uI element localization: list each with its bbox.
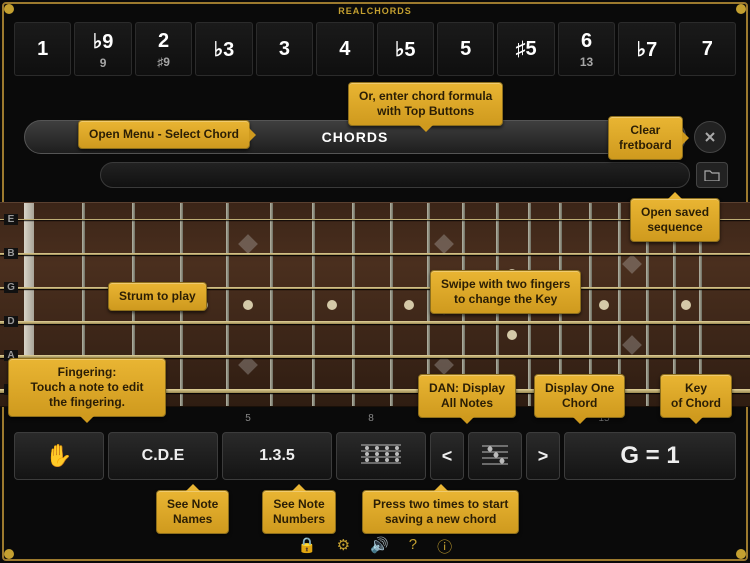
fret-number-5: 5 <box>245 413 251 424</box>
hand-icon: ✋ <box>45 443 72 469</box>
interval-b7[interactable]: ♭7 <box>618 22 675 76</box>
tip-key-of-chord: Key of Chord <box>660 374 732 418</box>
display-one-chord-button[interactable] <box>468 432 522 480</box>
key-label[interactable]: G = 1 <box>564 432 736 480</box>
tip-open-saved: Open saved sequence <box>630 198 720 242</box>
interval-sharp5[interactable]: ♯5 <box>497 22 554 76</box>
tip-display-one: Display One Chord <box>534 374 625 418</box>
interval-b3[interactable]: ♭3 <box>195 22 252 76</box>
x-icon <box>704 131 716 143</box>
bottom-controls: ✋ C.D.E 1.3.5 < > G = 1 <box>14 432 736 480</box>
display-all-notes-button[interactable] <box>336 432 426 480</box>
clear-fretboard-button[interactable] <box>694 121 726 153</box>
string-label-d: D <box>4 316 18 327</box>
tip-see-names: See Note Names <box>156 490 229 534</box>
tip-open-menu: Open Menu - Select Chord <box>78 120 250 149</box>
string-label-b: B <box>4 248 18 259</box>
note-numbers-button[interactable]: 1.3.5 <box>222 432 332 480</box>
fret-number-8: 8 <box>368 413 374 424</box>
interval-b9-9[interactable]: ♭99 <box>74 22 131 76</box>
tip-swipe: Swipe with two fingers to change the Key <box>430 270 581 314</box>
open-saved-button[interactable] <box>696 162 728 188</box>
tip-see-numbers: See Note Numbers <box>262 490 336 534</box>
interval-b5[interactable]: ♭5 <box>377 22 434 76</box>
gear-icon[interactable]: ⚙ <box>337 536 350 557</box>
interval-7[interactable]: 7 <box>679 22 736 76</box>
tip-dan: DAN: Display All Notes <box>418 374 516 418</box>
string-label-e-high: E <box>4 214 18 225</box>
mini-icon-bar: 🔒 ⚙ 🔊 ? ⓘ <box>298 536 452 557</box>
next-chord-button[interactable]: > <box>526 432 560 480</box>
sequence-display[interactable] <box>100 162 690 188</box>
tip-clear: Clear fretboard <box>608 116 683 160</box>
interval-3[interactable]: 3 <box>256 22 313 76</box>
sound-icon[interactable]: 🔊 <box>370 536 389 557</box>
tip-formula: Or, enter chord formula with Top Buttons <box>348 82 503 126</box>
interval-6-13[interactable]: 613 <box>558 22 615 76</box>
lock-icon[interactable]: 🔒 <box>298 536 317 557</box>
tip-press-twice: Press two times to start saving a new ch… <box>362 490 519 534</box>
string-label-g: G <box>4 282 18 293</box>
interval-1[interactable]: 1 <box>14 22 71 76</box>
folder-icon <box>704 169 720 181</box>
interval-4[interactable]: 4 <box>316 22 373 76</box>
grid-dots-icon <box>359 443 403 469</box>
tip-strum: Strum to play <box>108 282 207 311</box>
tip-fingering: Fingering: Touch a note to edit the fing… <box>8 358 166 417</box>
note-names-button[interactable]: C.D.E <box>108 432 218 480</box>
interval-5[interactable]: 5 <box>437 22 494 76</box>
app-title: REALCHORDS <box>338 6 412 16</box>
prev-chord-button[interactable]: < <box>430 432 464 480</box>
fingering-button[interactable]: ✋ <box>14 432 104 480</box>
help-icon[interactable]: ? <box>409 536 417 557</box>
interval-2-sharp9[interactable]: 2♯9 <box>135 22 192 76</box>
interval-buttons: 1 ♭99 2♯9 ♭3 3 4 ♭5 5 ♯5 613 ♭7 7 <box>14 22 736 76</box>
chord-diagram-icon <box>480 444 510 468</box>
info-icon[interactable]: ⓘ <box>437 536 452 557</box>
